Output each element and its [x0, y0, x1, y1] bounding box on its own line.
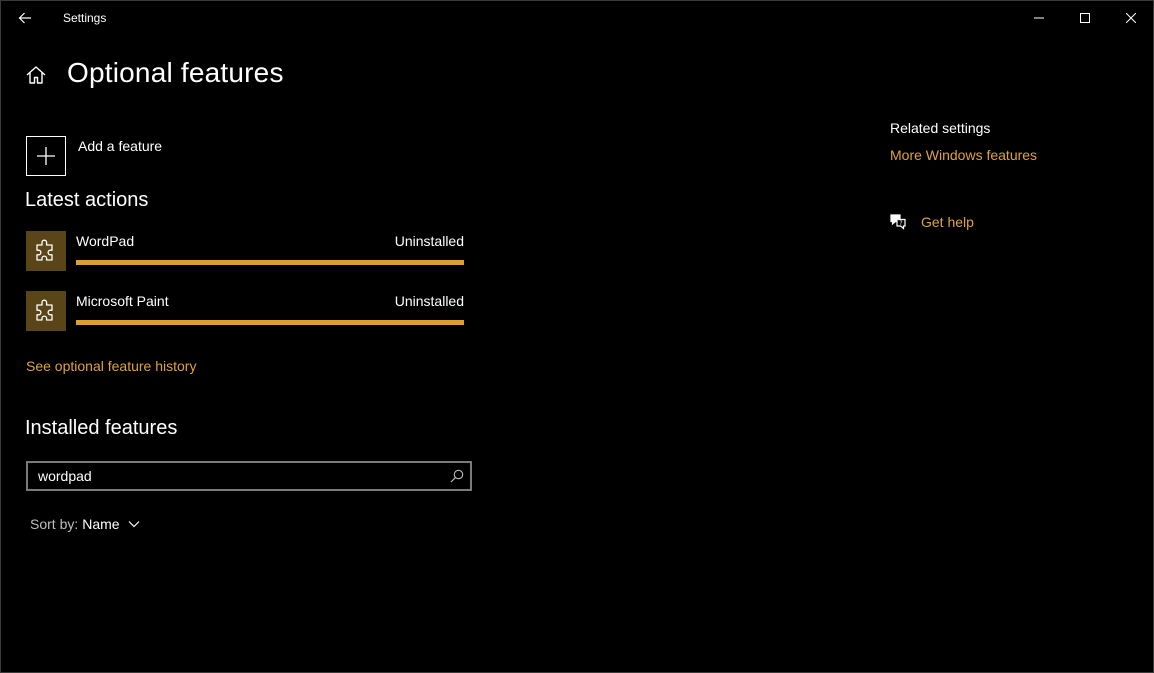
progress-fill: [76, 320, 464, 325]
add-feature-label: Add a feature: [78, 138, 163, 154]
minimize-button[interactable]: [1016, 1, 1062, 34]
puzzle-piece-icon: [36, 299, 53, 321]
sort-value: Name: [82, 516, 120, 532]
latest-action-item-wordpad[interactable]: WordPad Uninstalled: [26, 231, 464, 271]
maximize-button[interactable]: [1062, 1, 1108, 34]
puzzle-piece-icon: [36, 239, 53, 261]
settings-window: Settings Optional features Add a feature…: [0, 0, 1154, 673]
window-title: Settings: [63, 11, 107, 25]
feature-status: Uninstalled: [394, 293, 464, 309]
feature-name: Microsoft Paint: [76, 293, 169, 309]
close-button[interactable]: [1108, 1, 1154, 34]
feature-tile: [26, 291, 66, 331]
minimize-icon: [1034, 17, 1044, 18]
svg-text:?: ?: [899, 220, 902, 227]
installed-features-search: [26, 461, 472, 491]
more-windows-features-link[interactable]: More Windows features: [890, 147, 1037, 163]
sort-dropdown[interactable]: Sort by: Name: [30, 516, 140, 532]
home-icon: [26, 66, 46, 84]
help-chat-icon: ?: [890, 214, 906, 230]
back-arrow-icon: [18, 12, 31, 23]
add-feature-tile: [26, 136, 66, 176]
feature-status: Uninstalled: [394, 233, 464, 249]
feature-name: WordPad: [76, 233, 135, 249]
chevron-down-icon: [128, 521, 140, 528]
home-button[interactable]: [25, 64, 47, 86]
feature-tile: [26, 231, 66, 271]
optional-feature-history-link[interactable]: See optional feature history: [26, 358, 196, 374]
plus-icon: [37, 147, 55, 165]
latest-actions-heading: Latest actions: [25, 189, 149, 211]
search-icon[interactable]: [450, 469, 464, 483]
add-feature-button[interactable]: Add a feature: [26, 136, 162, 176]
close-icon: [1126, 12, 1136, 23]
progress-bar: [76, 260, 464, 265]
latest-action-item-microsoft-paint[interactable]: Microsoft Paint Uninstalled: [26, 291, 464, 331]
maximize-icon: [1080, 12, 1090, 23]
installed-features-heading: Installed features: [25, 417, 178, 439]
sort-label: Sort by:: [30, 516, 79, 532]
search-input[interactable]: [38, 463, 438, 489]
progress-fill: [76, 260, 464, 265]
related-settings-heading: Related settings: [890, 120, 991, 136]
title-bar: Settings: [1, 1, 1153, 34]
page-title: Optional features: [67, 57, 284, 88]
progress-bar: [76, 320, 464, 325]
back-button[interactable]: [1, 1, 49, 34]
get-help-button[interactable]: ? Get help: [889, 213, 974, 231]
get-help-link: Get help: [921, 214, 974, 230]
